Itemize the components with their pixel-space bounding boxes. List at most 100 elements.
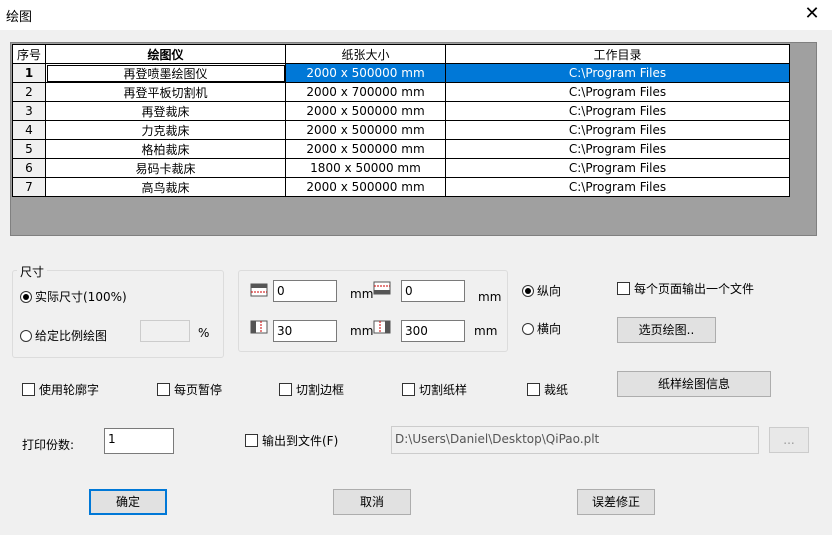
portrait-radio[interactable]: 纵向 (522, 282, 561, 299)
cut-paper-checkbox[interactable]: 裁纸 (527, 381, 568, 398)
close-icon[interactable]: ✕ (800, 2, 824, 26)
table-row[interactable]: 2 再登平板切割机 2000 x 700000 mm C:\Program Fi… (12, 82, 790, 102)
work-dir-cell[interactable]: C:\Program Files (445, 120, 790, 140)
plotter-name-cell[interactable]: 高鸟裁床 (45, 177, 286, 197)
plotter-grid[interactable]: 序号 绘图仪 纸张大小 工作目录 1 再登喷墨绘图仪 2000 x 500000… (10, 42, 817, 236)
paper-size-cell[interactable]: 2000 x 700000 mm (285, 82, 446, 102)
cut-border-checkbox[interactable]: 切割边框 (279, 381, 344, 398)
outline-font-checkbox[interactable]: 使用轮廓字 (22, 381, 99, 398)
paper-size-cell[interactable]: 2000 x 500000 mm (285, 101, 446, 121)
checkbox-box (22, 383, 35, 396)
paper-size-cell[interactable]: 2000 x 500000 mm (285, 120, 446, 140)
table-header-row: 序号 绘图仪 纸张大小 工作目录 (12, 44, 790, 64)
checkbox-box (157, 383, 170, 396)
left-margin-input[interactable]: 30 (273, 320, 337, 342)
output-file-label: 输出到文件(F) (262, 434, 339, 448)
size-group (12, 270, 224, 358)
radio-indicator (20, 329, 32, 342)
right-margin-icon (373, 320, 391, 334)
paper-size-cell[interactable]: 1800 x 50000 mm (285, 158, 446, 178)
landscape-radio[interactable]: 横向 (522, 320, 561, 337)
row-num: 2 (12, 82, 46, 102)
work-dir-cell[interactable]: C:\Program Files (445, 63, 790, 83)
sample-info-button[interactable]: 纸样绘图信息 (617, 371, 771, 397)
plotter-name-cell[interactable]: 再登平板切割机 (45, 82, 286, 102)
plotter-name-cell[interactable]: 易码卡裁床 (45, 158, 286, 178)
output-file-checkbox[interactable]: 输出到文件(F) (245, 432, 338, 449)
output-path-input[interactable]: D:\Users\Daniel\Desktop\QiPao.plt (391, 426, 759, 454)
checkbox-box (527, 383, 540, 396)
work-dir-cell[interactable]: C:\Program Files (445, 82, 790, 102)
table-row[interactable]: 4 力克裁床 2000 x 500000 mm C:\Program Files (12, 120, 790, 140)
table-row[interactable]: 1 再登喷墨绘图仪 2000 x 500000 mm C:\Program Fi… (12, 63, 790, 83)
work-dir-cell[interactable]: C:\Program Files (445, 177, 790, 197)
outline-font-label: 使用轮廓字 (39, 383, 100, 397)
ok-button[interactable]: 确定 (89, 489, 167, 515)
scale-radio[interactable]: 给定比例绘图 (20, 327, 107, 344)
left-margin-unit: mm (350, 324, 374, 338)
col-header-paper[interactable]: 纸张大小 (285, 44, 446, 64)
plotter-name-cell[interactable]: 再登喷墨绘图仪 (45, 63, 286, 83)
per-page-file-label: 每个页面输出一个文件 (634, 282, 755, 296)
col-header-plotter[interactable]: 绘图仪 (45, 44, 286, 64)
table-row[interactable]: 7 高鸟裁床 2000 x 500000 mm C:\Program Files (12, 177, 790, 197)
checkbox-box (617, 282, 630, 295)
row-num: 4 (12, 120, 46, 140)
row-num: 6 (12, 158, 46, 178)
paper-size-cell[interactable]: 2000 x 500000 mm (285, 139, 446, 159)
paper-size-cell[interactable]: 2000 x 500000 mm (285, 177, 446, 197)
scale-label: 给定比例绘图 (35, 329, 108, 343)
cut-sample-checkbox[interactable]: 切割纸样 (402, 381, 467, 398)
percent-label: % (198, 326, 210, 340)
work-dir-cell[interactable]: C:\Program Files (445, 139, 790, 159)
bottom-margin-unit: mm (478, 290, 502, 304)
checkbox-box (402, 383, 415, 396)
copies-input[interactable]: 1 (104, 428, 174, 454)
cut-sample-label: 切割纸样 (419, 383, 468, 397)
work-dir-cell[interactable]: C:\Program Files (445, 101, 790, 121)
radio-indicator (522, 322, 534, 335)
checkbox-box (279, 383, 292, 396)
radio-indicator (522, 284, 534, 297)
work-dir-cell[interactable]: C:\Program Files (445, 158, 790, 178)
plotter-name-cell[interactable]: 格柏裁床 (45, 139, 286, 159)
top-margin-unit: mm (350, 287, 374, 301)
window-title: 绘图 (6, 10, 33, 25)
actual-size-radio[interactable]: 实际尺寸(100%) (20, 288, 127, 305)
top-margin-icon (250, 283, 268, 297)
scale-input[interactable] (140, 320, 190, 342)
bottom-margin-icon (373, 281, 391, 295)
cut-paper-label: 裁纸 (544, 383, 569, 397)
row-num: 3 (12, 101, 46, 121)
cancel-button[interactable]: 取消 (333, 489, 411, 515)
bottom-margin-input[interactable]: 0 (401, 280, 465, 302)
per-page-file-checkbox[interactable]: 每个页面输出一个文件 (617, 280, 754, 297)
portrait-label: 纵向 (537, 284, 562, 298)
plotter-name-cell[interactable]: 力克裁床 (45, 120, 286, 140)
error-fix-button[interactable]: 误差修正 (577, 489, 655, 515)
table-row[interactable]: 5 格柏裁床 2000 x 500000 mm C:\Program Files (12, 139, 790, 159)
paper-size-cell[interactable]: 2000 x 500000 mm (285, 63, 446, 83)
row-num: 7 (12, 177, 46, 197)
plotter-name-cell[interactable]: 再登裁床 (45, 101, 286, 121)
size-group-legend: 尺寸 (17, 263, 48, 280)
row-num: 5 (12, 139, 46, 159)
select-page-button[interactable]: 选页绘图.. (617, 317, 716, 343)
cut-border-label: 切割边框 (296, 383, 345, 397)
landscape-label: 横向 (537, 322, 562, 336)
title-bar (0, 0, 832, 30)
checkbox-box (245, 434, 258, 447)
col-header-dir[interactable]: 工作目录 (445, 44, 790, 64)
actual-size-label: 实际尺寸(100%) (35, 290, 127, 304)
table-row[interactable]: 3 再登裁床 2000 x 500000 mm C:\Program Files (12, 101, 790, 121)
radio-indicator (20, 290, 32, 303)
pause-per-page-checkbox[interactable]: 每页暂停 (157, 381, 222, 398)
table-row[interactable]: 6 易码卡裁床 1800 x 50000 mm C:\Program Files (12, 158, 790, 178)
top-margin-input[interactable]: 0 (273, 280, 337, 302)
pause-per-page-label: 每页暂停 (174, 383, 223, 397)
copies-label: 打印份数: (22, 438, 75, 452)
browse-button[interactable]: ... (769, 427, 809, 453)
left-margin-icon (250, 320, 268, 334)
col-header-num[interactable]: 序号 (12, 44, 46, 64)
right-margin-input[interactable]: 300 (401, 320, 465, 342)
